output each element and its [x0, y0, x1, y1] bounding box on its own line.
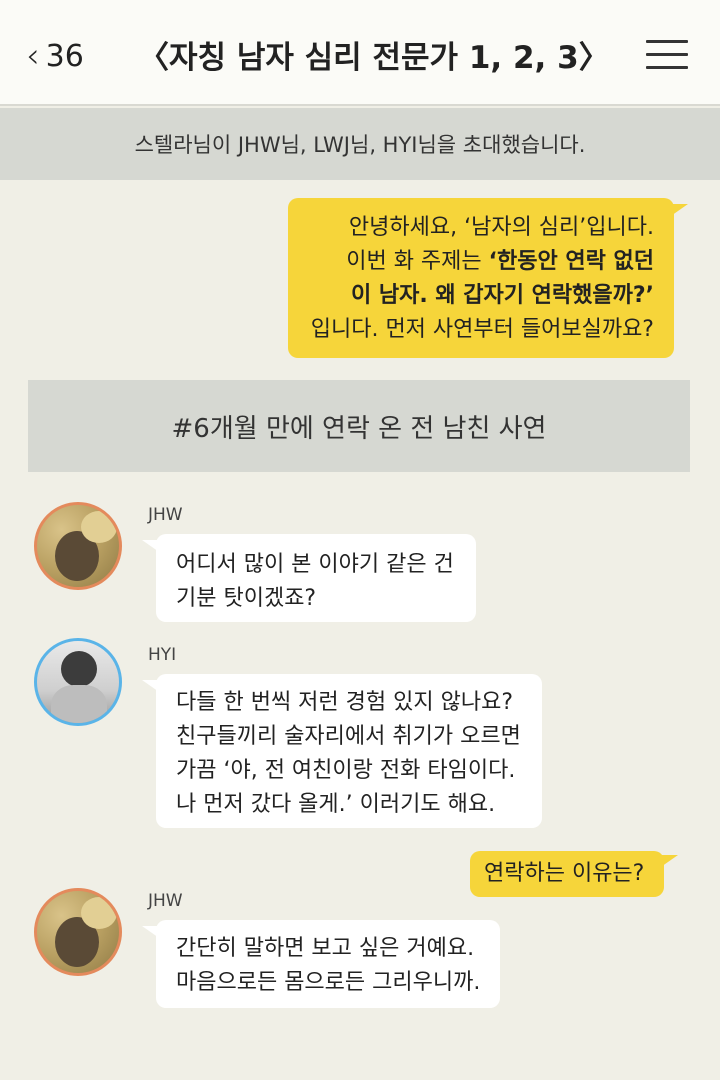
back-button[interactable]: ‹ 36	[26, 36, 84, 76]
system-message: 스텔라님이 JHW님, LWJ님, HYI님을 초대했습니다.	[0, 108, 720, 180]
avatar-body	[51, 685, 107, 723]
message-line: 마음으로든 몸으로든 그리우니까.	[176, 970, 481, 995]
bubble-tail	[668, 204, 688, 218]
hamburger-menu-icon[interactable]	[646, 38, 690, 72]
my-message-bubble: 연락하는 이유는?	[470, 851, 664, 897]
back-count: 36	[45, 38, 84, 74]
topic-banner: #6개월 만에 연락 온 전 남친 사연	[28, 380, 690, 472]
message-bubble: 어디서 많이 본 이야기 같은 건 기분 탓이겠죠?	[156, 534, 476, 622]
intro-line-2: 이번 화 주제는 ‘한동안 연락 없던	[346, 249, 654, 274]
message-line: 다들 한 번씩 저런 경험 있지 않나요?	[176, 690, 513, 715]
message-line: 나 먼저 갔다 올게.’ 이러기도 해요.	[176, 792, 496, 817]
message-line: 간단히 말하면 보고 싶은 거예요.	[176, 936, 475, 961]
message-bubble: 다들 한 번씩 저런 경험 있지 않나요? 친구들끼리 술자리에서 취기가 오르…	[156, 674, 542, 828]
intro-line-4: 입니다. 먼저 사연부터 들어보실까요?	[310, 317, 654, 342]
message-line: 어디서 많이 본 이야기 같은 건	[176, 552, 454, 577]
message-line: 친구들끼리 술자리에서 취기가 오르면	[176, 724, 521, 749]
avatar-potato	[81, 897, 117, 929]
avatar-jhw[interactable]	[34, 888, 122, 976]
message-bubble: 간단히 말하면 보고 싶은 거예요. 마음으로든 몸으로든 그리우니까.	[156, 920, 500, 1008]
message-line: 가끔 ‘야, 전 여친이랑 전화 타임이다.	[176, 758, 516, 783]
message-line: 연락하는 이유는?	[484, 861, 645, 886]
app-header: ‹ 36 〈자칭 남자 심리 전문가 1, 2, 3〉	[0, 0, 720, 106]
intro-bubble: 안녕하세요, ‘남자의 심리’입니다. 이번 화 주제는 ‘한동안 연락 없던 …	[288, 198, 674, 358]
avatar-jhw[interactable]	[34, 502, 122, 590]
avatar-face	[61, 651, 97, 687]
chevron-left-icon: ‹	[26, 36, 40, 76]
bubble-tail	[658, 855, 678, 869]
intro-line-1: 안녕하세요, ‘남자의 심리’입니다.	[348, 215, 654, 240]
intro-line-3: 이 남자. 왜 갑자기 연락했을까?’	[351, 283, 654, 308]
sender-name: JHW	[148, 891, 183, 911]
avatar-potato	[81, 511, 117, 543]
avatar-hyi[interactable]	[34, 638, 122, 726]
chat-title: 〈자칭 남자 심리 전문가 1, 2, 3〉	[138, 39, 610, 76]
sender-name: JHW	[148, 505, 183, 525]
sender-name: HYI	[148, 645, 177, 665]
message-line: 기분 탓이겠죠?	[176, 586, 317, 611]
